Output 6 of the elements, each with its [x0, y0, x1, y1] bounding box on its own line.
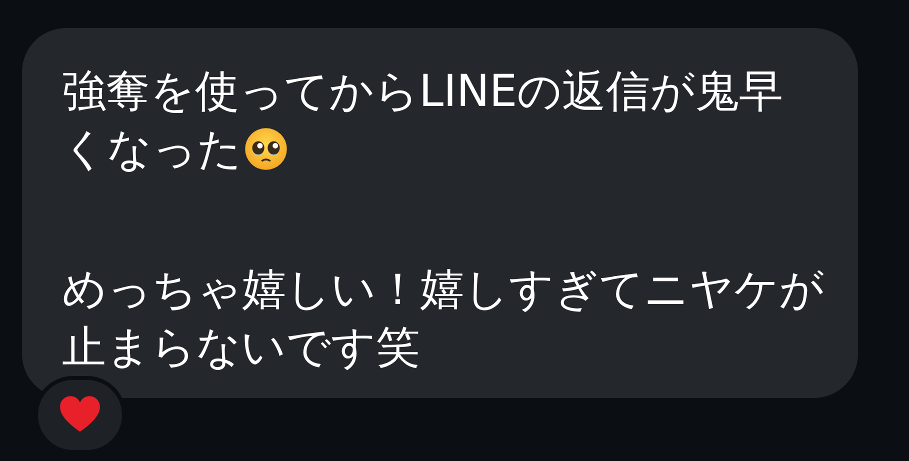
message-text: 止まらないです笑	[62, 320, 420, 374]
message-text: 強奪を使ってからLINEの返信が鬼早	[62, 64, 784, 118]
message-text: くなった	[62, 122, 242, 176]
pleading-face-icon	[244, 127, 288, 171]
heart-icon	[59, 396, 101, 434]
message-text: めっちゃ嬉しい！嬉しすぎてニヤケが	[62, 262, 824, 316]
